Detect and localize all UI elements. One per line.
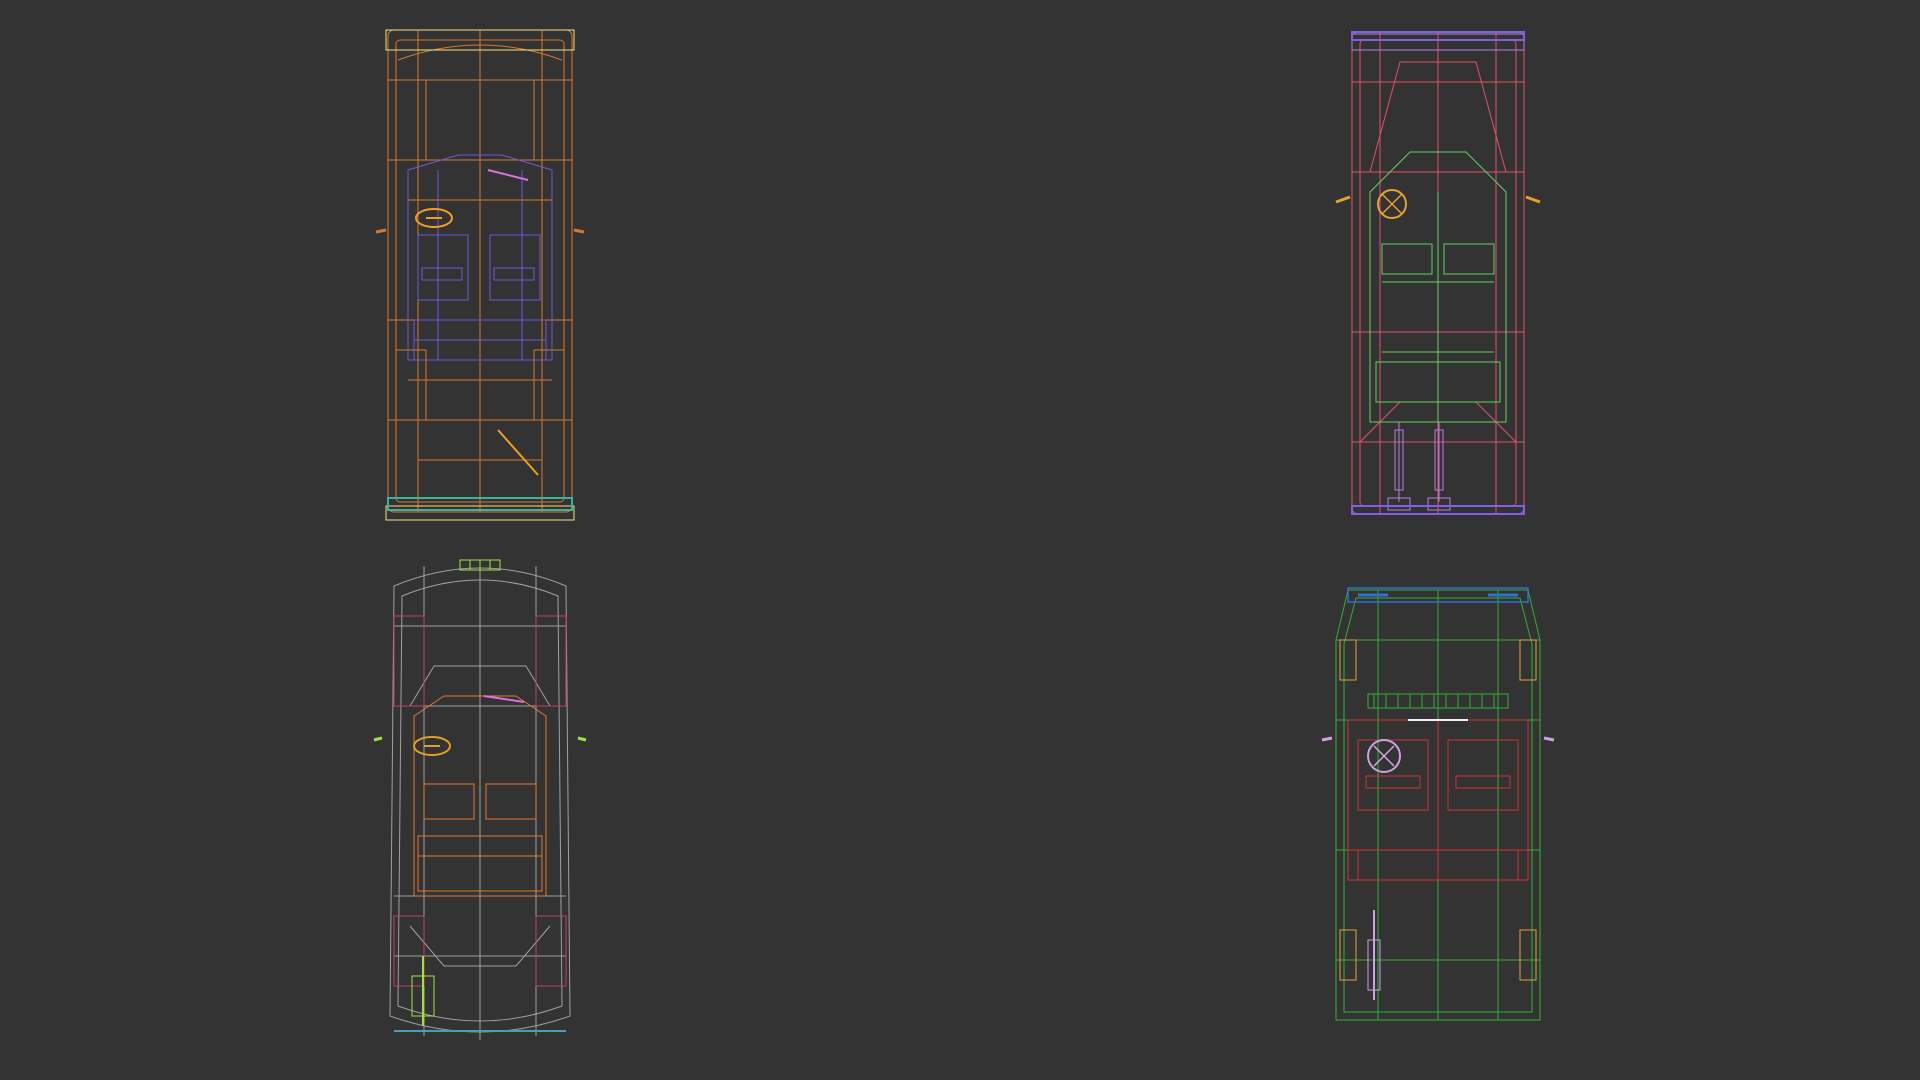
car-3-body xyxy=(389,562,571,1040)
car-2-interior xyxy=(1369,151,1507,423)
car-1-body xyxy=(375,29,585,513)
car-3-wireframe xyxy=(373,559,587,1040)
car-3-trim xyxy=(413,736,451,756)
car-1-trim xyxy=(415,208,539,476)
car-4-wireframe xyxy=(1321,587,1555,1021)
van-wireframe-bottom-right[interactable] xyxy=(1318,580,1558,1036)
car-1-wireframe xyxy=(375,29,585,521)
car-2-trim xyxy=(1377,189,1407,219)
car-wireframe-top-left[interactable] xyxy=(375,20,585,522)
3d-viewport[interactable] xyxy=(0,0,1920,1080)
car-2-wireframe xyxy=(1335,31,1541,515)
car-wireframe-top-right[interactable] xyxy=(1330,22,1546,524)
car-wireframe-bottom-left[interactable] xyxy=(373,556,587,1048)
